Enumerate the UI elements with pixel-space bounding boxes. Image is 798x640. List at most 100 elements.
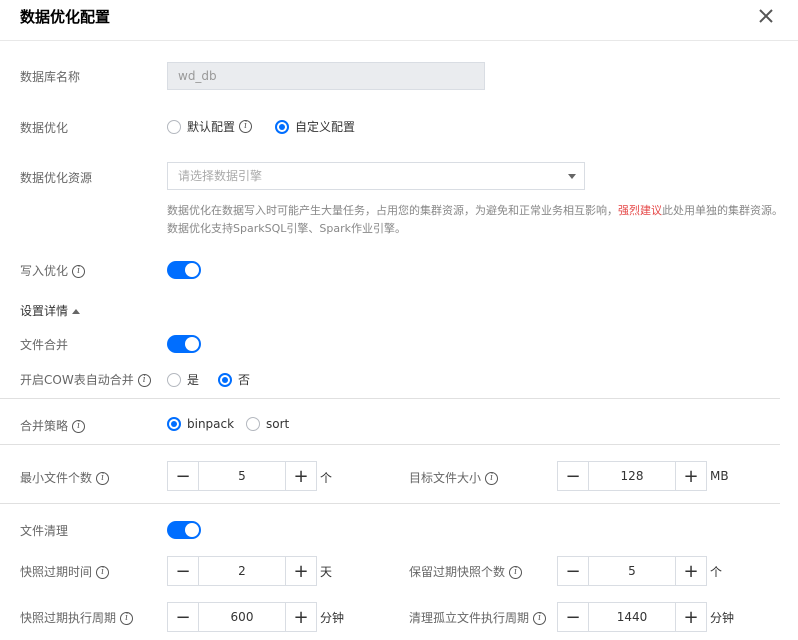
toggle-knob xyxy=(185,523,199,537)
db-name-label: 数据库名称 xyxy=(20,70,81,84)
increment-button[interactable]: + xyxy=(675,462,706,490)
info-icon[interactable]: i xyxy=(96,566,110,579)
decrement-button[interactable]: − xyxy=(558,603,589,631)
file-cleanup-toggle[interactable] xyxy=(167,521,201,539)
engine-select-placeholder: 请选择数据引擎 xyxy=(178,169,263,183)
info-icon[interactable]: i xyxy=(509,566,523,579)
decrement-button[interactable]: − xyxy=(558,557,589,585)
info-icon[interactable]: i xyxy=(120,612,134,625)
resource-help-text: 数据优化在数据写入时可能产生大量任务，占用您的集群资源，为避免和正常业务相互影响… xyxy=(167,202,783,238)
increment-button[interactable]: + xyxy=(675,603,706,631)
target-size-unit: MB xyxy=(710,469,729,483)
info-icon[interactable]: i xyxy=(96,472,110,485)
stepper-value[interactable]: 128 xyxy=(589,462,675,490)
settings-title: 设置详情 xyxy=(20,304,69,318)
info-icon[interactable]: i xyxy=(137,374,151,387)
orphan-period-label: 清理孤立文件执行周期 i xyxy=(409,609,547,626)
stepper-value[interactable]: 2 xyxy=(199,557,285,585)
chevron-down-icon xyxy=(568,174,576,179)
radio-cow-no[interactable]: 否 xyxy=(218,371,250,388)
cow-merge-text: 开启COW表自动合并 xyxy=(20,373,134,387)
radio-cow-yes[interactable]: 是 xyxy=(167,371,199,388)
stepper-value[interactable]: 5 xyxy=(199,462,285,490)
min-files-text: 最小文件个数 xyxy=(20,471,93,485)
orphan-period-stepper[interactable]: − 1440 + xyxy=(557,602,707,632)
decrement-button[interactable]: − xyxy=(168,557,199,585)
keep-snapshots-text: 保留过期快照个数 xyxy=(409,565,506,579)
snapshot-period-text: 快照过期执行周期 xyxy=(20,611,117,625)
radio-circle xyxy=(167,119,181,134)
data-optimization-dialog: 数据优化配置 数据库名称 wd_db 数据优化 默认配置 i 自定义配置 数据优… xyxy=(0,0,798,640)
radio-custom-label: 自定义配置 xyxy=(295,120,356,134)
radio-default-config[interactable]: 默认配置 i xyxy=(167,118,253,135)
snapshot-period-unit: 分钟 xyxy=(320,611,345,625)
radio-circle-selected xyxy=(167,417,181,431)
file-merge-toggle[interactable] xyxy=(167,335,201,353)
radio-sort-label: sort xyxy=(266,417,290,431)
decrement-button[interactable]: − xyxy=(168,603,199,631)
divider xyxy=(0,398,780,399)
increment-button[interactable]: + xyxy=(285,462,316,490)
target-size-label: 目标文件大小 i xyxy=(409,469,499,486)
dialog-header: 数据优化配置 xyxy=(0,0,798,41)
file-merge-label: 文件合并 xyxy=(20,338,69,352)
snapshot-period-label: 快照过期执行周期 i xyxy=(20,609,134,626)
snapshot-expire-unit: 天 xyxy=(320,565,333,579)
radio-yes-label: 是 xyxy=(187,373,200,387)
decrement-button[interactable]: − xyxy=(168,462,199,490)
help-text-warning: 强烈建议 xyxy=(618,204,662,217)
radio-circle-selected xyxy=(218,372,232,387)
info-icon[interactable]: i xyxy=(239,120,253,133)
radio-circle-selected xyxy=(275,119,289,134)
radio-circle xyxy=(167,372,181,387)
radio-circle xyxy=(246,417,260,431)
keep-snapshots-stepper[interactable]: − 5 + xyxy=(557,556,707,586)
close-icon[interactable] xyxy=(756,6,776,26)
keep-snapshots-unit: 个 xyxy=(710,565,723,579)
write-opt-toggle[interactable] xyxy=(167,261,201,279)
info-icon[interactable]: i xyxy=(533,612,547,625)
info-icon[interactable]: i xyxy=(485,472,499,485)
merge-strategy-text: 合并策略 xyxy=(20,419,69,433)
target-size-stepper[interactable]: − 128 + xyxy=(557,461,707,491)
radio-binpack-label: binpack xyxy=(187,417,235,431)
stepper-value[interactable]: 600 xyxy=(199,603,285,631)
snapshot-expire-label: 快照过期时间 i xyxy=(20,563,110,580)
keep-snapshots-label: 保留过期快照个数 i xyxy=(409,563,523,580)
stepper-value[interactable]: 5 xyxy=(589,557,675,585)
radio-default-label: 默认配置 xyxy=(187,120,236,134)
cow-merge-label: 开启COW表自动合并 i xyxy=(20,371,151,388)
divider xyxy=(0,444,780,445)
caret-up-icon xyxy=(72,309,81,314)
radio-sort[interactable]: sort xyxy=(246,417,289,431)
snapshot-expire-text: 快照过期时间 xyxy=(20,565,93,579)
snapshot-period-stepper[interactable]: − 600 + xyxy=(167,602,317,632)
snapshot-expire-stepper[interactable]: − 2 + xyxy=(167,556,317,586)
info-icon[interactable]: i xyxy=(72,420,86,433)
toggle-knob xyxy=(185,337,199,351)
increment-button[interactable]: + xyxy=(675,557,706,585)
min-files-stepper[interactable]: − 5 + xyxy=(167,461,317,491)
info-icon[interactable]: i xyxy=(72,265,86,278)
orphan-period-unit: 分钟 xyxy=(710,611,735,625)
increment-button[interactable]: + xyxy=(285,557,316,585)
dialog-title: 数据优化配置 xyxy=(20,8,111,26)
radio-binpack[interactable]: binpack xyxy=(167,417,234,431)
increment-button[interactable]: + xyxy=(285,603,316,631)
help-text-part1: 数据优化在数据写入时可能产生大量任务，占用您的集群资源，为避免和正常业务相互影响… xyxy=(167,204,618,217)
min-files-unit: 个 xyxy=(320,471,333,485)
write-opt-text: 写入优化 xyxy=(20,264,69,278)
orphan-period-text: 清理孤立文件执行周期 xyxy=(409,611,530,625)
optimize-label: 数据优化 xyxy=(20,121,69,135)
resource-label: 数据优化资源 xyxy=(20,171,93,185)
decrement-button[interactable]: − xyxy=(558,462,589,490)
radio-custom-config[interactable]: 自定义配置 xyxy=(275,118,355,135)
engine-select[interactable]: 请选择数据引擎 xyxy=(167,162,585,190)
merge-strategy-label: 合并策略 i xyxy=(20,417,86,434)
toggle-knob xyxy=(185,263,199,277)
min-files-label: 最小文件个数 i xyxy=(20,469,110,486)
file-cleanup-label: 文件清理 xyxy=(20,524,69,538)
stepper-value[interactable]: 1440 xyxy=(589,603,675,631)
settings-section-toggle[interactable]: 设置详情 xyxy=(20,302,81,319)
radio-no-label: 否 xyxy=(238,373,251,387)
